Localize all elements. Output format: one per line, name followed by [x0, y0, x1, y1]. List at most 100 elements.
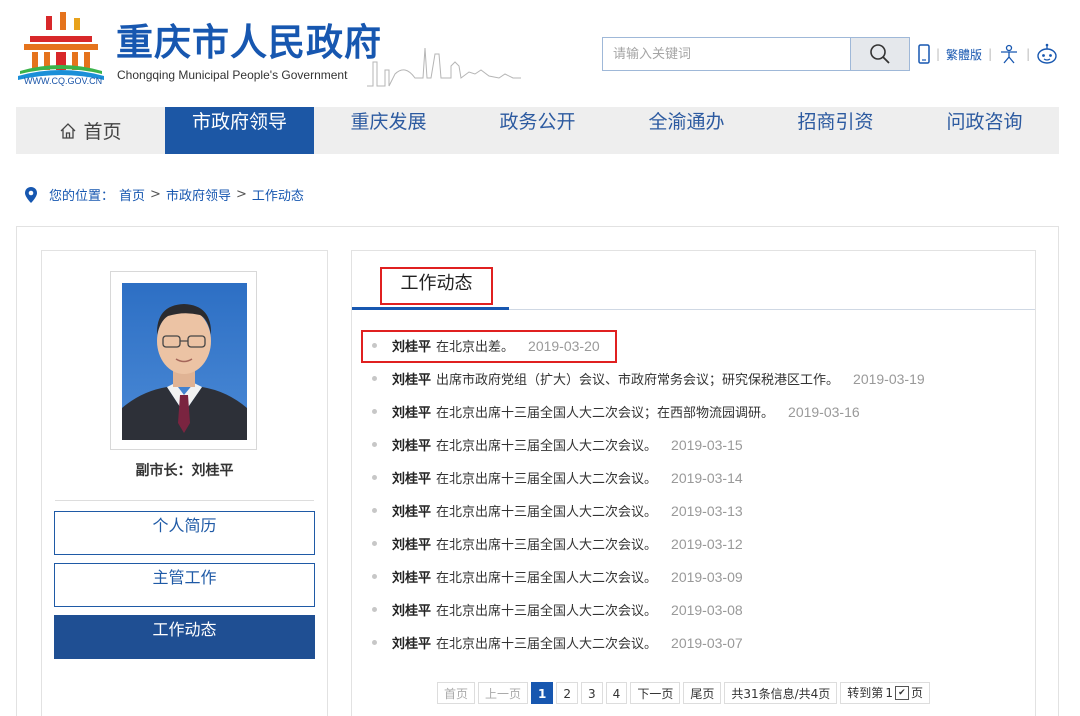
logo-url-text: WWW.CQ.GOV.CN [24, 76, 103, 86]
breadcrumb-separator: > [235, 187, 247, 202]
next-page-button[interactable]: 下一页 [630, 682, 681, 704]
list-item[interactable]: 刘桂平 在北京出席十三届全国人大二次会议。 2019-03-07 [372, 626, 1032, 659]
news-date: 2019-03-13 [671, 502, 743, 519]
list-item[interactable]: 刘桂平 在北京出席十三届全国人大二次会议。 2019-03-08 [372, 593, 1032, 626]
news-title[interactable]: 在北京出席十三届全国人大二次会议。 [436, 468, 657, 487]
accessibility-icon[interactable] [998, 44, 1020, 64]
section-tab-underline [352, 307, 509, 310]
responsibilities-button[interactable]: 主管工作 [54, 563, 315, 607]
nav-item-consult[interactable]: 问政咨询 [910, 107, 1059, 154]
bullet-icon [372, 541, 377, 546]
page-3-button[interactable]: 3 [581, 682, 603, 704]
page-1-button[interactable]: 1 [531, 682, 554, 704]
pagination: 首页 上一页 1 2 3 4 下一页 尾页 共31条信息/共4页 转到第 1 ✔… [437, 682, 930, 704]
news-person: 刘桂平 [392, 406, 432, 421]
news-date: 2019-03-09 [671, 568, 743, 585]
home-icon [61, 122, 76, 139]
list-item[interactable]: 刘桂平 在北京出席十三届全国人大二次会议；在西部物流园调研。 2019-03-16 [372, 395, 1032, 428]
highlight-box [361, 330, 617, 363]
last-page-button[interactable]: 尾页 [683, 682, 722, 704]
list-item[interactable]: 刘桂平 出席市政府党组（扩大）会议、市政府常务会议；研究保税港区工作。 2019-0… [372, 362, 1032, 395]
page-2-button[interactable]: 2 [556, 682, 579, 704]
news-title[interactable]: 在北京出席十三届全国人大二次会议。 [436, 633, 657, 652]
page-jump-suffix: 页 [910, 686, 923, 700]
news-date: 2019-03-15 [671, 436, 743, 453]
prev-page-button[interactable]: 上一页 [478, 682, 529, 704]
resume-button[interactable]: 个人简历 [54, 511, 315, 555]
news-person: 刘桂平 [392, 472, 432, 487]
news-person: 刘桂平 [392, 439, 432, 454]
news-date: 2019-03-08 [671, 601, 743, 618]
site-subtitle: Chongqing Municipal People's Government [117, 68, 348, 82]
profile-photo-frame [110, 271, 257, 450]
news-person: 刘桂平 [392, 373, 432, 388]
page-info: 共31条信息/共4页 [724, 682, 838, 704]
breadcrumb: 您的位置： 首页 > 市政府领导 > 工作动态 [24, 185, 304, 204]
list-item[interactable]: 刘桂平 在北京出席十三届全国人大二次会议。 2019-03-13 [372, 494, 1032, 527]
bullet-icon [372, 640, 377, 645]
news-title[interactable]: 在北京出席十三届全国人大二次会议。 [436, 534, 657, 553]
news-title[interactable]: 出席市政府党组（扩大）会议、市政府常务会议；研究保税港区工作。 [436, 369, 839, 388]
page-4-button[interactable]: 4 [605, 682, 628, 704]
search-box [602, 37, 910, 71]
nav-item-investment[interactable]: 招商引资 [761, 107, 910, 154]
news-person: 刘桂平 [392, 505, 432, 520]
separator: | [988, 47, 993, 61]
breadcrumb-leaders[interactable]: 市政府领导 [166, 185, 231, 204]
profile-photo [122, 283, 247, 440]
nav-item-label: 首页 [83, 121, 122, 143]
nav-item-leaders[interactable]: 市政府领导 [165, 107, 314, 154]
news-person: 刘桂平 [392, 604, 432, 619]
news-title[interactable]: 在北京出席十三届全国人大二次会议；在西部物流园调研。 [436, 402, 774, 421]
news-title[interactable]: 在北京出席十三届全国人大二次会议。 [436, 567, 657, 586]
page-jump-value[interactable]: 1 [885, 682, 893, 704]
bullet-icon [372, 607, 377, 612]
site-header: WWW.CQ.GOV.CN 重庆市人民政府 Chongqing Municipa… [0, 0, 1080, 106]
divider [55, 500, 314, 501]
list-item[interactable]: 刘桂平 在北京出席十三届全国人大二次会议。 2019-03-14 [372, 461, 1032, 494]
news-date: 2019-03-19 [853, 370, 925, 387]
bullet-icon [372, 409, 377, 414]
news-list: 刘桂平 在北京出差。 2019-03-20 刘桂平 出席市政府党组（扩大）会议、市政府… [372, 329, 1032, 659]
separator: | [936, 47, 941, 61]
nav-item-home[interactable]: 首页 [16, 107, 165, 154]
bullet-icon [372, 475, 377, 480]
breadcrumb-home[interactable]: 首页 [119, 185, 145, 204]
nav-item-services[interactable]: 全渝通办 [612, 107, 761, 154]
news-person: 刘桂平 [392, 538, 432, 553]
separator: | [1026, 47, 1031, 61]
breadcrumb-current[interactable]: 工作动态 [252, 185, 304, 204]
first-page-button[interactable]: 首页 [437, 682, 476, 704]
news-date: 2019-03-12 [671, 535, 743, 552]
site-title[interactable]: 重庆市人民政府 [116, 22, 382, 64]
bullet-icon [372, 574, 377, 579]
news-title[interactable]: 在北京出席十三届全国人大二次会议。 [436, 435, 657, 454]
bullet-icon [372, 442, 377, 447]
list-item[interactable]: 刘桂平 在北京出席十三届全国人大二次会议。 2019-03-09 [372, 560, 1032, 593]
breadcrumb-separator: > [150, 187, 161, 202]
work-news-button[interactable]: 工作动态 [54, 615, 315, 659]
bullet-icon [372, 376, 377, 381]
news-date: 2019-03-16 [788, 403, 860, 420]
search-button[interactable] [850, 38, 909, 70]
traditional-chinese-link[interactable]: 繁體版 [946, 46, 982, 63]
mobile-icon[interactable] [918, 44, 930, 64]
list-item[interactable]: 刘桂平 在北京出席十三届全国人大二次会议。 2019-03-15 [372, 428, 1032, 461]
bullet-icon [372, 508, 377, 513]
page-jump-prefix: 转到第 [847, 686, 884, 700]
news-title[interactable]: 在北京出席十三届全国人大二次会议。 [436, 501, 657, 520]
main-nav: 首页 市政府领导 重庆发展 政务公开 全渝通办 招商引资 问政咨询 [16, 107, 1059, 154]
news-person: 刘桂平 [392, 637, 432, 652]
robot-icon[interactable] [1036, 43, 1058, 65]
nav-item-gov-affairs[interactable]: 政务公开 [463, 107, 612, 154]
news-title[interactable]: 在北京出席十三届全国人大二次会议。 [436, 600, 657, 619]
official-title-name: 副市长：刘桂平 [135, 463, 234, 479]
news-date: 2019-03-07 [671, 634, 743, 651]
chevron-down-icon[interactable]: ✔ [894, 686, 909, 700]
news-date: 2019-03-14 [671, 469, 743, 486]
news-person: 刘桂平 [392, 571, 432, 586]
list-item[interactable]: 刘桂平 在北京出席十三届全国人大二次会议。 2019-03-12 [372, 527, 1032, 560]
breadcrumb-prefix: 您的位置： [49, 189, 115, 204]
nav-item-development[interactable]: 重庆发展 [314, 107, 463, 154]
search-input[interactable] [603, 38, 851, 70]
